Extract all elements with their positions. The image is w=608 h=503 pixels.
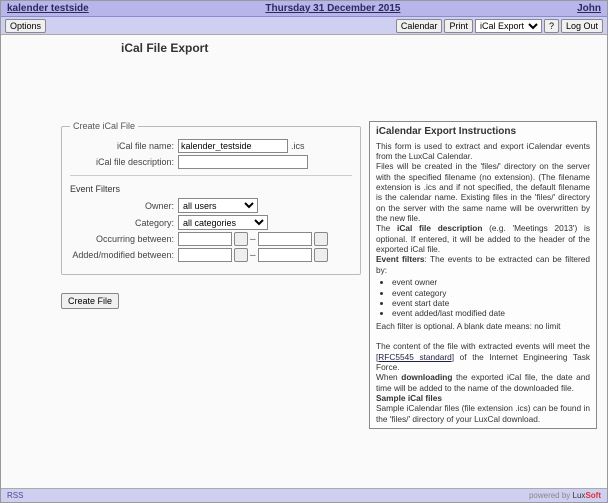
print-button[interactable]: Print — [444, 19, 473, 33]
logout-button[interactable]: Log Out — [561, 19, 603, 33]
file-desc-label: iCal file description: — [70, 157, 178, 167]
modified-label: Added/modified between: — [70, 250, 178, 260]
occurring-from-input[interactable] — [178, 232, 232, 246]
rfc5545-link[interactable]: [RFC5545 standard] — [376, 352, 454, 362]
date-picker-icon[interactable] — [234, 248, 248, 262]
date-picker-icon[interactable] — [314, 232, 328, 246]
file-name-input[interactable] — [178, 139, 288, 153]
instructions-text: This form is used to extract and export … — [376, 141, 590, 425]
owner-label: Owner: — [70, 201, 178, 211]
file-desc-input[interactable] — [178, 155, 308, 169]
create-ical-fieldset: Create iCal File iCal file name: .ics iC… — [61, 121, 361, 275]
event-filters-heading: Event Filters — [70, 184, 352, 194]
occurring-label: Occurring between: — [70, 234, 178, 244]
app-frame: kalender testside Thursday 31 December 2… — [0, 0, 608, 503]
file-ext-label: .ics — [288, 141, 305, 151]
instructions-column: iCalendar Export Instructions This form … — [369, 121, 597, 429]
app-name-link[interactable]: kalender testside — [7, 3, 89, 14]
separator — [70, 175, 352, 176]
create-file-button[interactable]: Create File — [61, 293, 119, 309]
owner-select[interactable]: all users — [178, 198, 258, 213]
date-picker-icon[interactable] — [314, 248, 328, 262]
form-column: Create iCal File iCal file name: .ics iC… — [61, 121, 361, 429]
occurring-to-input[interactable] — [258, 232, 312, 246]
powered-by[interactable]: powered by LuxSoft — [529, 491, 601, 500]
category-select[interactable]: all categories — [178, 215, 268, 230]
title-bar: kalender testside Thursday 31 December 2… — [1, 1, 607, 17]
help-button[interactable]: ? — [544, 19, 559, 33]
filter-bullet-list: event owner event category event start d… — [392, 277, 590, 318]
instructions-box: iCalendar Export Instructions This form … — [369, 121, 597, 429]
category-label: Category: — [70, 218, 178, 228]
current-date: Thursday 31 December 2015 — [265, 3, 400, 14]
calendar-button[interactable]: Calendar — [396, 19, 443, 33]
page-title: iCal File Export — [1, 35, 607, 59]
content-area: Create iCal File iCal file name: .ics iC… — [61, 121, 597, 429]
modified-to-input[interactable] — [258, 248, 312, 262]
date-picker-icon[interactable] — [234, 232, 248, 246]
rss-link[interactable]: RSS — [7, 491, 23, 500]
dash-separator: – — [250, 250, 256, 261]
toolbar: Options Calendar Print iCal Export ? Log… — [1, 17, 607, 35]
modified-from-input[interactable] — [178, 248, 232, 262]
file-name-label: iCal file name: — [70, 141, 178, 151]
dash-separator: – — [250, 234, 256, 245]
fieldset-legend: Create iCal File — [70, 121, 138, 131]
footer-bar: RSS powered by LuxSoft — [1, 488, 607, 502]
options-button[interactable]: Options — [5, 19, 46, 33]
view-select[interactable]: iCal Export — [475, 19, 542, 33]
instructions-title: iCalendar Export Instructions — [376, 126, 590, 139]
user-link[interactable]: John — [577, 3, 601, 14]
